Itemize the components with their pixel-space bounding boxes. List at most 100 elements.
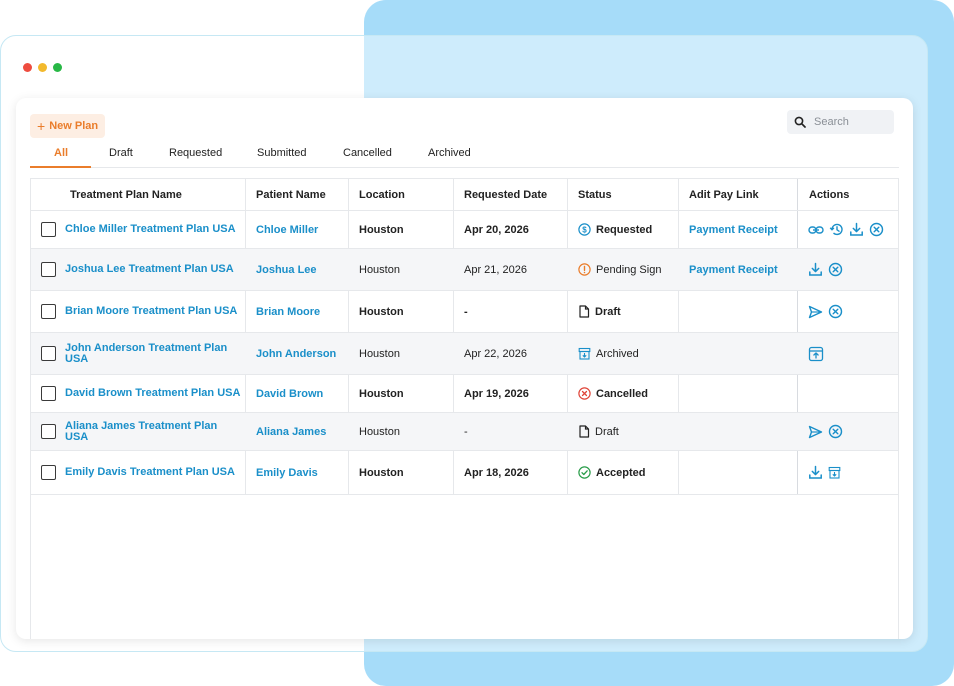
plan-name-cell: Joshua Lee Treatment Plan USA: [31, 249, 245, 290]
tab-cancelled[interactable]: Cancelled: [343, 147, 392, 159]
window-close-dot[interactable]: [23, 63, 32, 72]
send-icon[interactable]: [808, 425, 823, 439]
payment-receipt-link[interactable]: Payment Receipt: [689, 224, 778, 236]
search-input[interactable]: [814, 116, 884, 128]
column-header-location[interactable]: Location: [359, 179, 405, 210]
requested-date-cell: Apr 18, 2026: [464, 451, 529, 494]
row-checkbox[interactable]: [41, 262, 56, 277]
row-checkbox[interactable]: [41, 465, 56, 480]
status-badge: Draft: [595, 425, 619, 438]
plan-name-cell: Brian Moore Treatment Plan USA: [31, 291, 245, 332]
status-badge: Archived: [596, 347, 639, 360]
location-cell: Houston: [359, 291, 404, 332]
location-cell: Houston: [359, 413, 400, 450]
location-cell: Houston: [359, 211, 404, 248]
requested-date-text: Apr 22, 2026: [464, 347, 527, 360]
search-box[interactable]: [787, 110, 894, 134]
table-row: Brian Moore Treatment Plan USA Brian Moor…: [31, 291, 898, 333]
download-icon[interactable]: [808, 465, 823, 480]
actions-cell: [808, 249, 843, 290]
patient-name-link[interactable]: Chloe Miller: [256, 224, 318, 236]
plan-name-link[interactable]: David Brown Treatment Plan USA: [65, 388, 240, 399]
actions-cell: [808, 333, 824, 374]
plan-name-cell: David Brown Treatment Plan USA: [31, 375, 245, 412]
cancel-icon[interactable]: [828, 424, 843, 439]
document-icon: [578, 305, 590, 318]
patient-name-link[interactable]: Aliana James: [256, 426, 326, 438]
cancel-icon[interactable]: [869, 222, 884, 237]
requested-date-text: Apr 21, 2026: [464, 263, 527, 276]
tab-requested[interactable]: Requested: [169, 147, 222, 159]
history-icon[interactable]: [829, 222, 844, 237]
active-tab-indicator: [30, 166, 91, 168]
requested-date-cell: Apr 19, 2026: [464, 375, 529, 412]
table-row: Joshua Lee Treatment Plan USA Joshua Lee H…: [31, 249, 898, 291]
plan-name-link[interactable]: John Anderson Treatment Plan USA: [65, 342, 241, 365]
download-icon[interactable]: [849, 222, 864, 237]
row-checkbox[interactable]: [41, 424, 56, 439]
column-header-plan-name[interactable]: Treatment Plan Name: [70, 179, 182, 210]
location-text: Houston: [359, 347, 400, 360]
plan-name-link[interactable]: Aliana James Treatment Plan USA: [65, 420, 241, 443]
plan-name-link[interactable]: Emily Davis Treatment Plan USA: [65, 467, 235, 478]
column-header-status[interactable]: Status: [578, 179, 612, 210]
requested-date-text: Apr 20, 2026: [464, 223, 529, 236]
document-icon: [578, 425, 590, 438]
send-icon[interactable]: [808, 305, 823, 319]
table-row: Emily Davis Treatment Plan USA Emily Davi…: [31, 451, 898, 495]
row-checkbox[interactable]: [41, 386, 56, 401]
link-icon[interactable]: [808, 223, 824, 237]
unarchive-icon[interactable]: [808, 346, 824, 362]
column-header-pay-link[interactable]: Adit Pay Link: [689, 179, 759, 210]
pay-link-cell: Payment Receipt: [689, 249, 778, 290]
row-checkbox[interactable]: [41, 346, 56, 361]
patient-name-cell: John Anderson: [256, 333, 336, 374]
window-maximize-dot[interactable]: [53, 63, 62, 72]
dollar-icon: $: [578, 223, 591, 236]
location-text: Houston: [359, 263, 400, 276]
new-plan-label: New Plan: [49, 120, 99, 132]
row-checkbox[interactable]: [41, 304, 56, 319]
patient-name-link[interactable]: Brian Moore: [256, 306, 320, 318]
window-minimize-dot[interactable]: [38, 63, 47, 72]
cancel-icon[interactable]: [828, 262, 843, 277]
screenshot-stage: + New Plan All Draft Requested Submitted…: [0, 0, 954, 686]
download-icon[interactable]: [808, 262, 823, 277]
status-badge: Cancelled: [596, 387, 648, 400]
tab-submitted[interactable]: Submitted: [257, 147, 307, 159]
archive-icon[interactable]: [828, 466, 841, 479]
column-header-requested-date[interactable]: Requested Date: [464, 179, 547, 210]
tab-all[interactable]: All: [54, 147, 68, 159]
patient-name-link[interactable]: Joshua Lee: [256, 264, 317, 276]
tab-archived[interactable]: Archived: [428, 147, 471, 159]
patient-name-link[interactable]: David Brown: [256, 388, 323, 400]
cancel-icon[interactable]: [828, 304, 843, 319]
actions-cell: [808, 291, 843, 332]
location-cell: Houston: [359, 375, 404, 412]
tab-draft[interactable]: Draft: [109, 147, 133, 159]
requested-date-cell: Apr 21, 2026: [464, 249, 527, 290]
status-cell: Draft: [578, 291, 621, 332]
patient-name-cell: Aliana James: [256, 413, 326, 450]
column-header-actions: Actions: [809, 188, 850, 201]
plan-name-link[interactable]: Joshua Lee Treatment Plan USA: [65, 264, 234, 275]
plan-name-link[interactable]: Chloe Miller Treatment Plan USA: [65, 224, 236, 235]
status-badge: Pending Sign: [596, 263, 662, 276]
requested-date-cell: -: [464, 291, 468, 332]
requested-date-text: -: [464, 425, 468, 438]
new-plan-button[interactable]: + New Plan: [30, 114, 106, 138]
row-checkbox[interactable]: [41, 222, 56, 237]
patient-name-link[interactable]: John Anderson: [256, 348, 336, 360]
status-tabs: All Draft Requested Submitted Cancelled …: [30, 142, 899, 168]
table-header-row: Treatment Plan Name Patient Name Locatio…: [31, 179, 898, 211]
actions-cell: [808, 451, 841, 494]
status-badge: Accepted: [596, 466, 646, 479]
table-row: Aliana James Treatment Plan USA Aliana Ja…: [31, 413, 898, 451]
patient-name-link[interactable]: Emily Davis: [256, 467, 318, 479]
actions-cell: [808, 211, 884, 248]
column-header-patient-name[interactable]: Patient Name: [256, 179, 326, 210]
plan-name-link[interactable]: Brian Moore Treatment Plan USA: [65, 306, 237, 317]
requested-date-text: Apr 18, 2026: [464, 466, 529, 479]
payment-receipt-link[interactable]: Payment Receipt: [689, 264, 778, 276]
requested-date-cell: -: [464, 413, 468, 450]
